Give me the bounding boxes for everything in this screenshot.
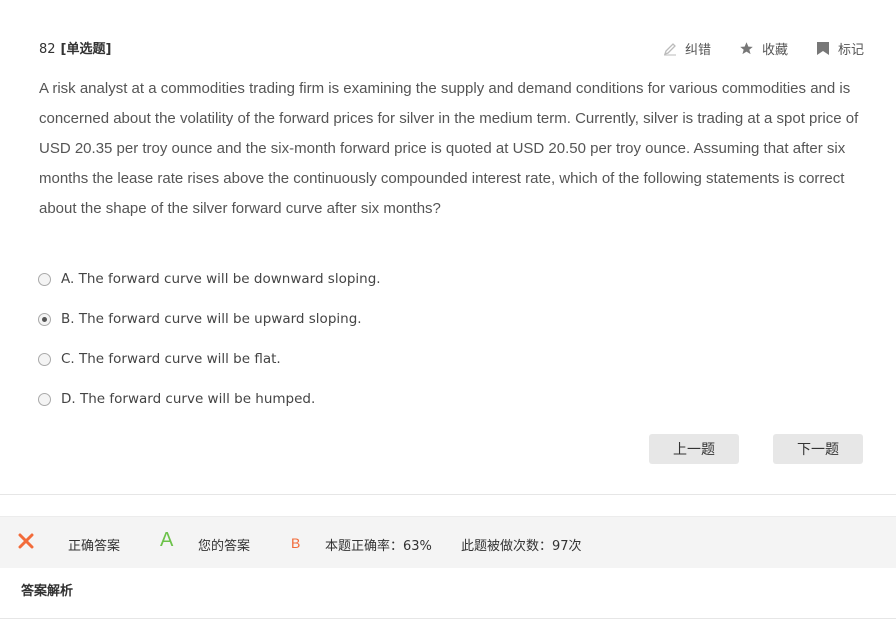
option-d-label: D. The forward curve will be humped. <box>61 391 316 407</box>
answer-options: A. The forward curve will be downward sl… <box>38 259 381 419</box>
correct-answer-label: 正确答案 <box>68 539 121 554</box>
mark-button[interactable]: 标记 <box>816 39 864 58</box>
question-header: 82 [单选题] <box>39 38 111 57</box>
option-a-label: A. The forward curve will be downward sl… <box>61 271 381 287</box>
report-error-button[interactable]: 纠错 <box>663 39 711 58</box>
option-c-radio[interactable] <box>38 352 51 366</box>
option-b[interactable]: B. The forward curve will be upward slop… <box>38 299 381 339</box>
question-type: [单选题] <box>60 42 112 57</box>
result-bar: 正确答案 A 您的答案 B 本题正确率：63% 此题被做次数：97次 <box>0 516 896 568</box>
star-icon <box>740 42 753 55</box>
option-c-label: C. The forward curve will be flat. <box>61 351 281 367</box>
option-a[interactable]: A. The forward curve will be downward sl… <box>38 259 381 299</box>
answer-analysis-title: 答案解析 <box>21 584 74 599</box>
option-b-radio[interactable] <box>38 312 51 326</box>
section-divider <box>0 494 896 495</box>
previous-question-button[interactable]: 上一题 <box>649 434 739 464</box>
mark-label: 标记 <box>837 43 864 58</box>
option-a-radio[interactable] <box>38 272 51 286</box>
option-c[interactable]: C. The forward curve will be flat. <box>38 339 381 379</box>
accuracy-rate: 本题正确率：63% <box>325 539 432 554</box>
question-number: 82 <box>39 42 56 57</box>
flag-icon <box>816 42 829 55</box>
attempt-count: 此题被做次数：97次 <box>461 539 582 554</box>
option-d[interactable]: D. The forward curve will be humped. <box>38 379 381 419</box>
question-tools: 纠错 收藏 标记 <box>663 39 864 58</box>
favorite-label: 收藏 <box>761 43 788 58</box>
next-question-button[interactable]: 下一题 <box>773 434 863 464</box>
bottom-divider <box>0 618 896 619</box>
wrong-x-icon <box>18 533 34 549</box>
correct-answer-value: A <box>160 529 174 551</box>
option-b-label: B. The forward curve will be upward slop… <box>61 311 362 327</box>
favorite-button[interactable]: 收藏 <box>739 39 788 58</box>
your-answer-value: B <box>291 535 301 551</box>
option-d-radio[interactable] <box>38 392 51 406</box>
report-error-label: 纠错 <box>684 43 711 58</box>
pencil-icon <box>663 42 676 55</box>
question-stem: A risk analyst at a commodities trading … <box>39 80 859 217</box>
your-answer-label: 您的答案 <box>198 539 251 554</box>
